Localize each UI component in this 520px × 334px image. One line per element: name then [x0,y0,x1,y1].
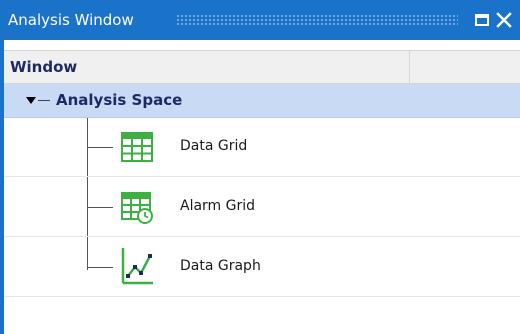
data-graph-icon [120,246,154,286]
tree-item-label: Data Graph [180,258,261,274]
data-grid-icon [120,130,154,164]
column-header-label: Window [10,58,78,76]
tree-item-data-graph[interactable]: Data Graph [4,238,520,297]
column-header-window[interactable]: Window [4,50,410,84]
title-grip[interactable] [176,14,458,26]
analysis-window: Analysis Window Window Analysis Space Da… [0,0,520,334]
tree-connector [87,147,113,148]
window-title: Analysis Window [8,11,134,29]
close-icon[interactable] [494,10,514,30]
alarm-grid-icon [120,190,154,224]
title-bar[interactable]: Analysis Window [0,0,520,40]
tree-panel: Window Analysis Space Data Grid Alarm Gr… [4,40,520,334]
tree-item-label: Alarm Grid [180,198,256,214]
column-header-filler [410,50,520,84]
maximize-icon[interactable] [472,10,492,30]
tree-node-label: Analysis Space [56,91,183,109]
tree-connector [38,100,50,101]
tree-connector [87,207,113,208]
tree-item-label: Data Grid [180,138,248,154]
tree-item-data-grid[interactable]: Data Grid [4,118,520,177]
tree-item-alarm-grid[interactable]: Alarm Grid [4,178,520,237]
tree-connector [87,267,113,268]
expand-collapse-icon[interactable] [26,97,36,104]
tree-node-analysis-space[interactable]: Analysis Space [4,84,520,118]
